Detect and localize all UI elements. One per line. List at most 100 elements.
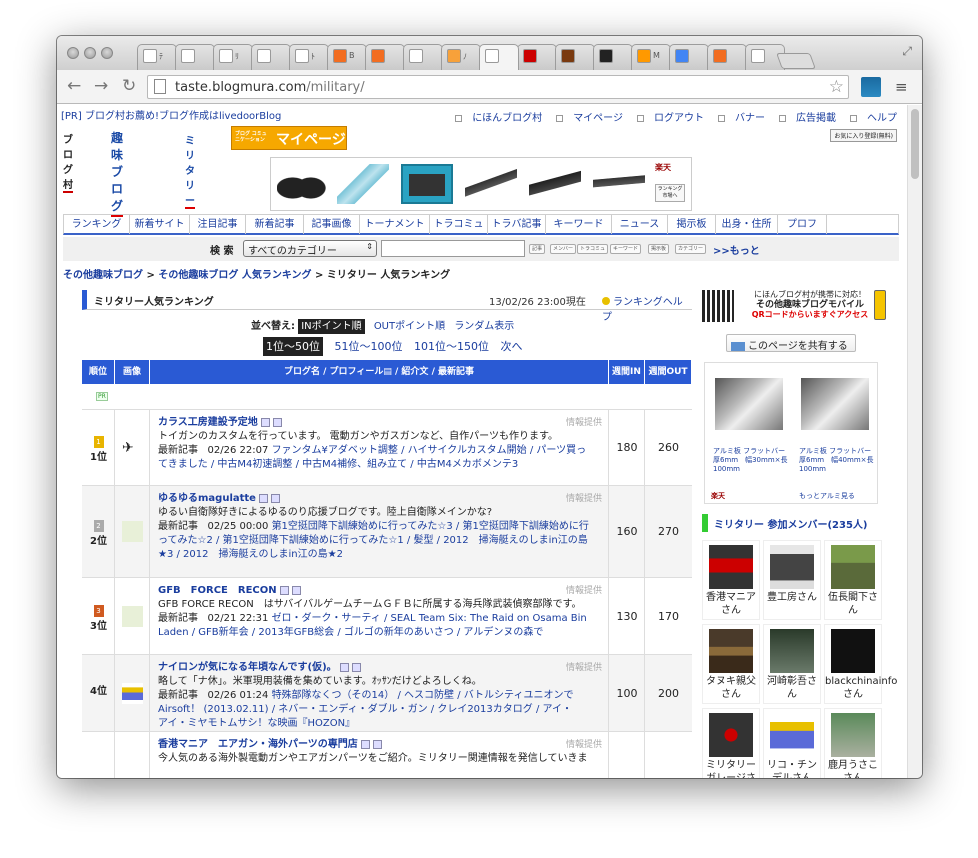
ad-image[interactable] <box>801 378 869 430</box>
rakuten-banner[interactable]: 楽天 ランキング 市場へ <box>270 157 692 211</box>
menu-item[interactable]: 出身・住所 <box>716 215 778 234</box>
browser-tab[interactable] <box>517 44 557 70</box>
search-scope-button[interactable]: トラコミュ <box>577 244 609 254</box>
browser-tab[interactable]: ﾉ <box>441 44 481 70</box>
profile-icon[interactable] <box>258 493 268 503</box>
search-scope-button[interactable]: メンバー <box>550 244 577 254</box>
photo-icon[interactable] <box>372 739 382 749</box>
scrollbar-thumb[interactable] <box>911 109 919 179</box>
military-logo[interactable]: ミリタリー <box>185 132 195 209</box>
browser-tab[interactable] <box>175 44 215 70</box>
share-button[interactable]: このページを共有する <box>726 334 856 352</box>
browser-tab[interactable]: ﾄ <box>289 44 329 70</box>
ad-text[interactable]: アルミ板 フラットバー 厚6mm 幅40mm×長100mm <box>799 447 878 474</box>
next-page-link[interactable]: 次へ <box>501 340 523 353</box>
member-avatar[interactable] <box>709 713 753 757</box>
info-provider-label[interactable]: 情報提供 <box>566 584 602 598</box>
member-card[interactable]: 香港マニアさん <box>702 540 760 620</box>
menu-item[interactable]: トラバ記事 <box>488 215 546 234</box>
photo-icon[interactable] <box>272 417 282 427</box>
product-image[interactable] <box>465 164 517 204</box>
fullscreen-icon[interactable]: ⤢ <box>902 44 912 59</box>
minimize-window-button[interactable] <box>84 47 96 59</box>
register-badge[interactable]: お気に入り登録(無料) <box>830 129 897 142</box>
search-input[interactable] <box>381 240 525 257</box>
ad-image[interactable] <box>715 378 783 430</box>
blog-thumbnail[interactable] <box>122 605 143 627</box>
info-provider-label[interactable]: 情報提供 <box>566 661 602 675</box>
category-select[interactable]: すべてのカテゴリー ⇕ <box>243 240 377 257</box>
blog-name-link[interactable]: GFB FORCE RECON <box>158 585 277 596</box>
sort-out-button[interactable]: OUTポイント順 <box>374 321 445 332</box>
members-header[interactable]: ミリタリー 参加メンバー(235人) <box>702 514 882 532</box>
profile-icon[interactable] <box>260 417 270 427</box>
forward-icon[interactable]: → <box>94 76 108 96</box>
member-name[interactable]: 伍長閣下さん <box>825 591 881 617</box>
browser-tab[interactable]: ﾃ <box>137 44 177 70</box>
latest-link[interactable]: てきました / 中古M4初速調整 / 中古M4補修、組み立て / 中古M4メカボ… <box>158 459 518 470</box>
member-avatar[interactable] <box>831 545 875 589</box>
search-scope-button[interactable]: カテゴリー <box>675 244 707 254</box>
pr-link[interactable]: [PR] ブログ村お薦め!ブログ作成はlivedoorBlog <box>61 107 281 122</box>
top-nav-link[interactable]: にほんブログ村 <box>448 113 542 124</box>
bookmark-star-icon[interactable]: ☆ <box>829 77 844 97</box>
latest-link[interactable]: ★3 / 2012 掃海艇えのしまin江の島★2 <box>158 549 343 560</box>
sidebar-ad[interactable]: アルミ板 フラットバー 厚6mm 幅30mm×長100mm アルミ板 フラットバ… <box>704 362 878 504</box>
mobile-promo[interactable]: にほんブログ村が携帯に対応！ その他趣味ブログモバイル QRコードからいますぐア… <box>740 290 880 320</box>
ad-more-link[interactable]: もっとアルミ見る <box>799 491 855 501</box>
browser-tab[interactable]: M <box>631 44 671 70</box>
chrome-menu-icon[interactable]: ≡ <box>895 78 908 96</box>
member-name[interactable]: リコ・チンデルさん <box>764 759 820 778</box>
latest-link[interactable]: 第1空挺団降下訓練始めに行ってみた☆3 / 第1空挺団降下訓練始めに行 <box>272 521 589 532</box>
member-avatar[interactable] <box>770 629 814 673</box>
member-card[interactable]: タヌキ親父さん <box>702 624 760 704</box>
product-image[interactable] <box>337 164 389 204</box>
member-avatar[interactable] <box>709 545 753 589</box>
top-nav-link[interactable]: マイページ <box>549 113 623 124</box>
product-image[interactable] <box>529 164 581 204</box>
more-link[interactable]: >>もっと <box>713 242 760 257</box>
top-nav-link[interactable]: ログアウト <box>630 113 704 124</box>
search-scope-button[interactable]: 記事 <box>529 244 546 254</box>
blog-thumbnail[interactable] <box>122 521 143 542</box>
new-tab-button[interactable] <box>776 53 816 69</box>
member-card[interactable]: blackchinainfoさん <box>824 624 897 704</box>
member-card[interactable]: 伍長閣下さん <box>824 540 882 620</box>
member-name[interactable]: ミリタリーガレージさん <box>703 759 759 778</box>
ad-text[interactable]: アルミ板 フラットバー 厚6mm 幅30mm×長100mm <box>713 447 792 474</box>
top-nav-link[interactable]: ヘルプ <box>843 113 897 124</box>
latest-link[interactable]: ファンタム¥アダベット調整 / ハイサイクルカスタム開始 / パーツ買っ <box>272 445 587 456</box>
rakuten-button[interactable]: ランキング 市場へ <box>655 184 685 202</box>
latest-link[interactable]: Laden / GFB新年会 / 2013年GFB総会 / ゴルゴの新年のあいさ… <box>158 627 543 638</box>
browser-tab[interactable] <box>365 44 405 70</box>
address-bar[interactable]: taste.blogmura.com/military/ ☆ <box>147 75 849 99</box>
photo-icon[interactable] <box>270 493 280 503</box>
browser-tab[interactable]: ﾘ <box>213 44 253 70</box>
member-card[interactable]: ミリタリーガレージさん <box>702 708 760 778</box>
member-card[interactable]: 河崎彰吾さん <box>763 624 821 704</box>
latest-link[interactable]: ってみた☆2 / 第1空挺団降下訓練始めに行ってみた☆1 / 髪型 / 2012… <box>158 535 588 546</box>
member-name[interactable]: 鹿月うさこさん <box>825 759 881 778</box>
info-provider-label[interactable]: 情報提供 <box>566 492 602 506</box>
menu-item[interactable]: ニュース <box>612 215 668 234</box>
member-name[interactable]: タヌキ親父さん <box>703 675 759 701</box>
menu-item[interactable]: トーナメント <box>360 215 430 234</box>
breadcrumb-link[interactable]: その他趣味ブログ <box>63 270 143 281</box>
menu-item[interactable]: プロフ <box>778 215 827 234</box>
mypage-banner[interactable]: ブログ コミュニケーション マイページ <box>231 126 347 150</box>
back-icon[interactable]: ← <box>67 76 81 96</box>
hobby-blog-logo[interactable]: 趣味ブログ <box>111 129 124 217</box>
product-image[interactable] <box>277 164 329 204</box>
extension-icon[interactable] <box>861 77 881 97</box>
menu-item[interactable]: 新着サイト <box>130 215 190 234</box>
page-link[interactable]: 101位〜150位 <box>414 340 489 353</box>
blog-thumbnail[interactable]: ✈ <box>122 440 143 461</box>
browser-tab[interactable] <box>555 44 595 70</box>
sort-random-button[interactable]: ランダム表示 <box>454 321 514 332</box>
search-scope-button[interactable]: キーワード <box>610 244 642 254</box>
page-link[interactable]: 51位〜100位 <box>335 340 403 353</box>
search-scope-button[interactable]: 掲示板 <box>648 244 670 254</box>
menu-item[interactable]: 新着記事 <box>246 215 304 234</box>
member-name[interactable]: 豊工房さん <box>764 591 820 604</box>
menu-item[interactable]: トラコミュ <box>430 215 488 234</box>
